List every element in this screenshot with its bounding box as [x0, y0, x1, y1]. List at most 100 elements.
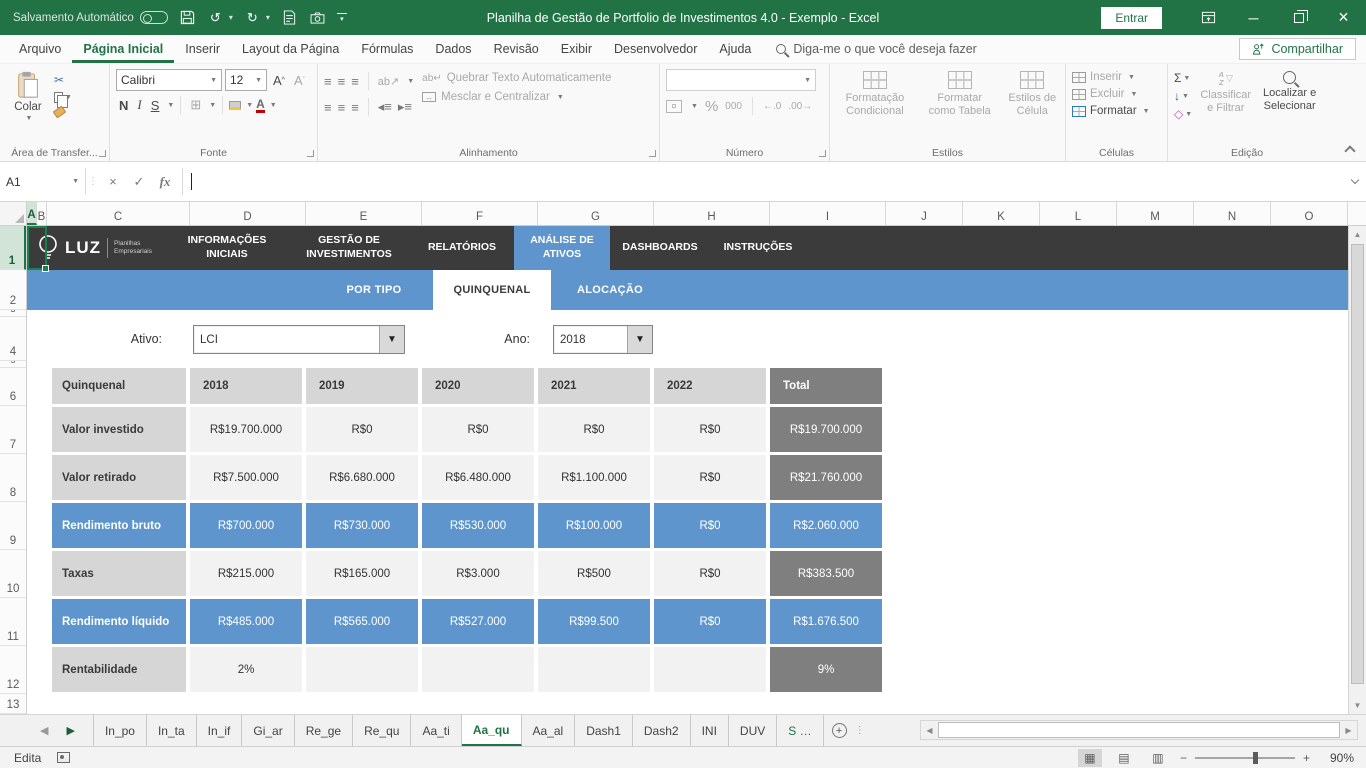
nav-tab-instrucoes[interactable]: INSTRUÇÕES: [710, 226, 806, 270]
insert-function-icon[interactable]: fx: [152, 174, 178, 190]
percent-style-icon[interactable]: %: [705, 98, 718, 115]
cut-button[interactable]: ✂: [54, 73, 72, 87]
number-format-combo[interactable]: ▼: [666, 69, 816, 91]
column-header-f[interactable]: F: [422, 202, 538, 225]
wrap-text-button[interactable]: ab↵ Quebrar Texto Automaticamente: [422, 72, 611, 84]
nav-tab-dashboards[interactable]: DASHBOARDS: [610, 226, 710, 270]
subtab-alocacao[interactable]: ALOCAÇÃO: [551, 270, 669, 310]
format-painter-button[interactable]: [54, 108, 72, 116]
tab-layout-da-pagina[interactable]: Layout da Página: [231, 35, 350, 63]
format-as-table-button[interactable]: Formatar como Tabela: [924, 71, 996, 118]
row-header-5[interactable]: 5: [0, 361, 26, 368]
column-header-n[interactable]: N: [1194, 202, 1271, 225]
page-break-view-icon[interactable]: ▥: [1146, 749, 1170, 767]
redo-icon[interactable]: ↻: [244, 9, 261, 26]
format-cells-button[interactable]: Formatar▼: [1072, 105, 1161, 117]
sheet-tab-aa-al[interactable]: Aa_al: [522, 715, 576, 746]
cancel-entry-icon[interactable]: ×: [100, 174, 126, 189]
comma-style-icon[interactable]: 000: [725, 101, 742, 112]
customize-qat-icon[interactable]: ▾: [337, 13, 347, 23]
align-top-icon[interactable]: ≡: [324, 74, 332, 89]
font-dialog-launcher[interactable]: [307, 150, 314, 157]
close-button[interactable]: ×: [1321, 0, 1366, 35]
ribbon-display-options-icon[interactable]: [1186, 0, 1231, 35]
align-middle-icon[interactable]: ≡: [338, 74, 346, 89]
restore-button[interactable]: [1276, 0, 1321, 35]
new-sheet-icon[interactable]: +: [832, 723, 847, 738]
zoom-slider-track[interactable]: [1195, 757, 1295, 759]
tell-me-search[interactable]: Diga-me o que você deseja fazer: [776, 35, 976, 63]
row-header-10[interactable]: 10: [0, 550, 26, 598]
minimize-button[interactable]: ─: [1231, 0, 1276, 35]
row-header-12[interactable]: 12: [0, 646, 26, 694]
save-icon[interactable]: [179, 9, 196, 26]
accounting-format-icon[interactable]: ¤: [666, 100, 682, 113]
row-header-9[interactable]: 9: [0, 502, 26, 550]
vertical-scroll-thumb[interactable]: [1351, 244, 1364, 684]
column-header-j[interactable]: J: [886, 202, 963, 225]
ano-dropdown-arrow-icon[interactable]: ▼: [627, 326, 652, 353]
align-left-icon[interactable]: ≡: [324, 100, 332, 115]
autosave-toggle-switch[interactable]: [140, 11, 168, 24]
sheet-tab-gi-ar[interactable]: Gi_ar: [242, 715, 294, 746]
align-bottom-icon[interactable]: ≡: [351, 74, 359, 89]
camera-icon[interactable]: [309, 9, 326, 26]
row-header-1[interactable]: 1: [0, 226, 26, 270]
scroll-down-icon[interactable]: ▼: [1349, 697, 1366, 714]
tab-desenvolvedor[interactable]: Desenvolvedor: [603, 35, 708, 63]
sort-filter-button[interactable]: AZ▽ Classificar e Filtrar: [1200, 71, 1251, 121]
column-header-m[interactable]: M: [1117, 202, 1194, 225]
sheet-nav-left-icon[interactable]: ◀: [40, 724, 48, 737]
subtab-por-tipo[interactable]: POR TIPO: [315, 270, 433, 310]
alignment-dialog-launcher[interactable]: [649, 150, 656, 157]
tab-dados[interactable]: Dados: [424, 35, 482, 63]
find-select-button[interactable]: Localizar e Selecionar: [1259, 71, 1320, 121]
column-header-d[interactable]: D: [190, 202, 306, 225]
sheet-tab-in-ta[interactable]: In_ta: [147, 715, 197, 746]
horizontal-scrollbar[interactable]: ◀ ▶: [920, 720, 1358, 740]
clear-button[interactable]: ◇▼: [1174, 107, 1192, 121]
decrease-font-icon[interactable]: Aˇ: [291, 73, 308, 88]
row-header-8[interactable]: 8: [0, 454, 26, 502]
undo-dropdown-icon[interactable]: ▾: [229, 13, 233, 22]
autosum-button[interactable]: Σ▼: [1174, 71, 1192, 85]
sign-in-button[interactable]: Entrar: [1101, 7, 1162, 29]
column-header-l[interactable]: L: [1040, 202, 1117, 225]
tab-formulas[interactable]: Fórmulas: [350, 35, 424, 63]
column-header-k[interactable]: K: [963, 202, 1040, 225]
row-header-7[interactable]: 7: [0, 406, 26, 454]
merge-center-button[interactable]: ↔ Mesclar e Centralizar ▼: [422, 91, 611, 103]
row-header-6[interactable]: 6: [0, 368, 26, 406]
cell-styles-button[interactable]: Estilos de Célula: [1006, 71, 1059, 118]
ano-dropdown[interactable]: 2018 ▼: [553, 325, 653, 354]
formula-input[interactable]: [183, 168, 1344, 195]
zoom-out-icon[interactable]: −: [1180, 751, 1187, 765]
sheet-tab-in-po[interactable]: In_po: [93, 715, 147, 746]
expand-formula-bar-icon[interactable]: [1344, 168, 1366, 195]
align-center-icon[interactable]: ≡: [338, 100, 346, 115]
bold-button[interactable]: N: [116, 98, 131, 113]
zoom-slider-thumb[interactable]: [1253, 752, 1258, 764]
sheet-tab-dash1[interactable]: Dash1: [575, 715, 633, 746]
italic-button[interactable]: I: [134, 97, 144, 113]
zoom-level[interactable]: 90%: [1320, 751, 1354, 765]
column-header-i[interactable]: I: [770, 202, 886, 225]
row-header-2[interactable]: 2: [0, 270, 26, 310]
undo-icon[interactable]: ↺: [207, 9, 224, 26]
column-header-e[interactable]: E: [306, 202, 422, 225]
column-header-g[interactable]: G: [538, 202, 654, 225]
collapse-ribbon-icon[interactable]: [1344, 145, 1355, 156]
zoom-in-icon[interactable]: +: [1303, 751, 1310, 765]
copy-button[interactable]: ▼: [54, 92, 72, 103]
increase-font-icon[interactable]: A^: [270, 73, 288, 88]
scroll-left-icon[interactable]: ◀: [921, 721, 938, 739]
scroll-right-icon[interactable]: ▶: [1340, 721, 1357, 739]
sheet-tab-s[interactable]: S …: [777, 715, 823, 746]
number-dialog-launcher[interactable]: [819, 150, 826, 157]
nav-tab-informacoes-iniciais[interactable]: INFORMAÇÕES INICIAIS: [166, 226, 288, 270]
decrease-indent-icon[interactable]: ◂≡: [378, 99, 392, 115]
tab-ajuda[interactable]: Ajuda: [708, 35, 762, 63]
sheet-tab-dash2[interactable]: Dash2: [633, 715, 691, 746]
column-header-b[interactable]: B: [37, 202, 47, 225]
fill-button[interactable]: ↓▼: [1174, 89, 1192, 103]
